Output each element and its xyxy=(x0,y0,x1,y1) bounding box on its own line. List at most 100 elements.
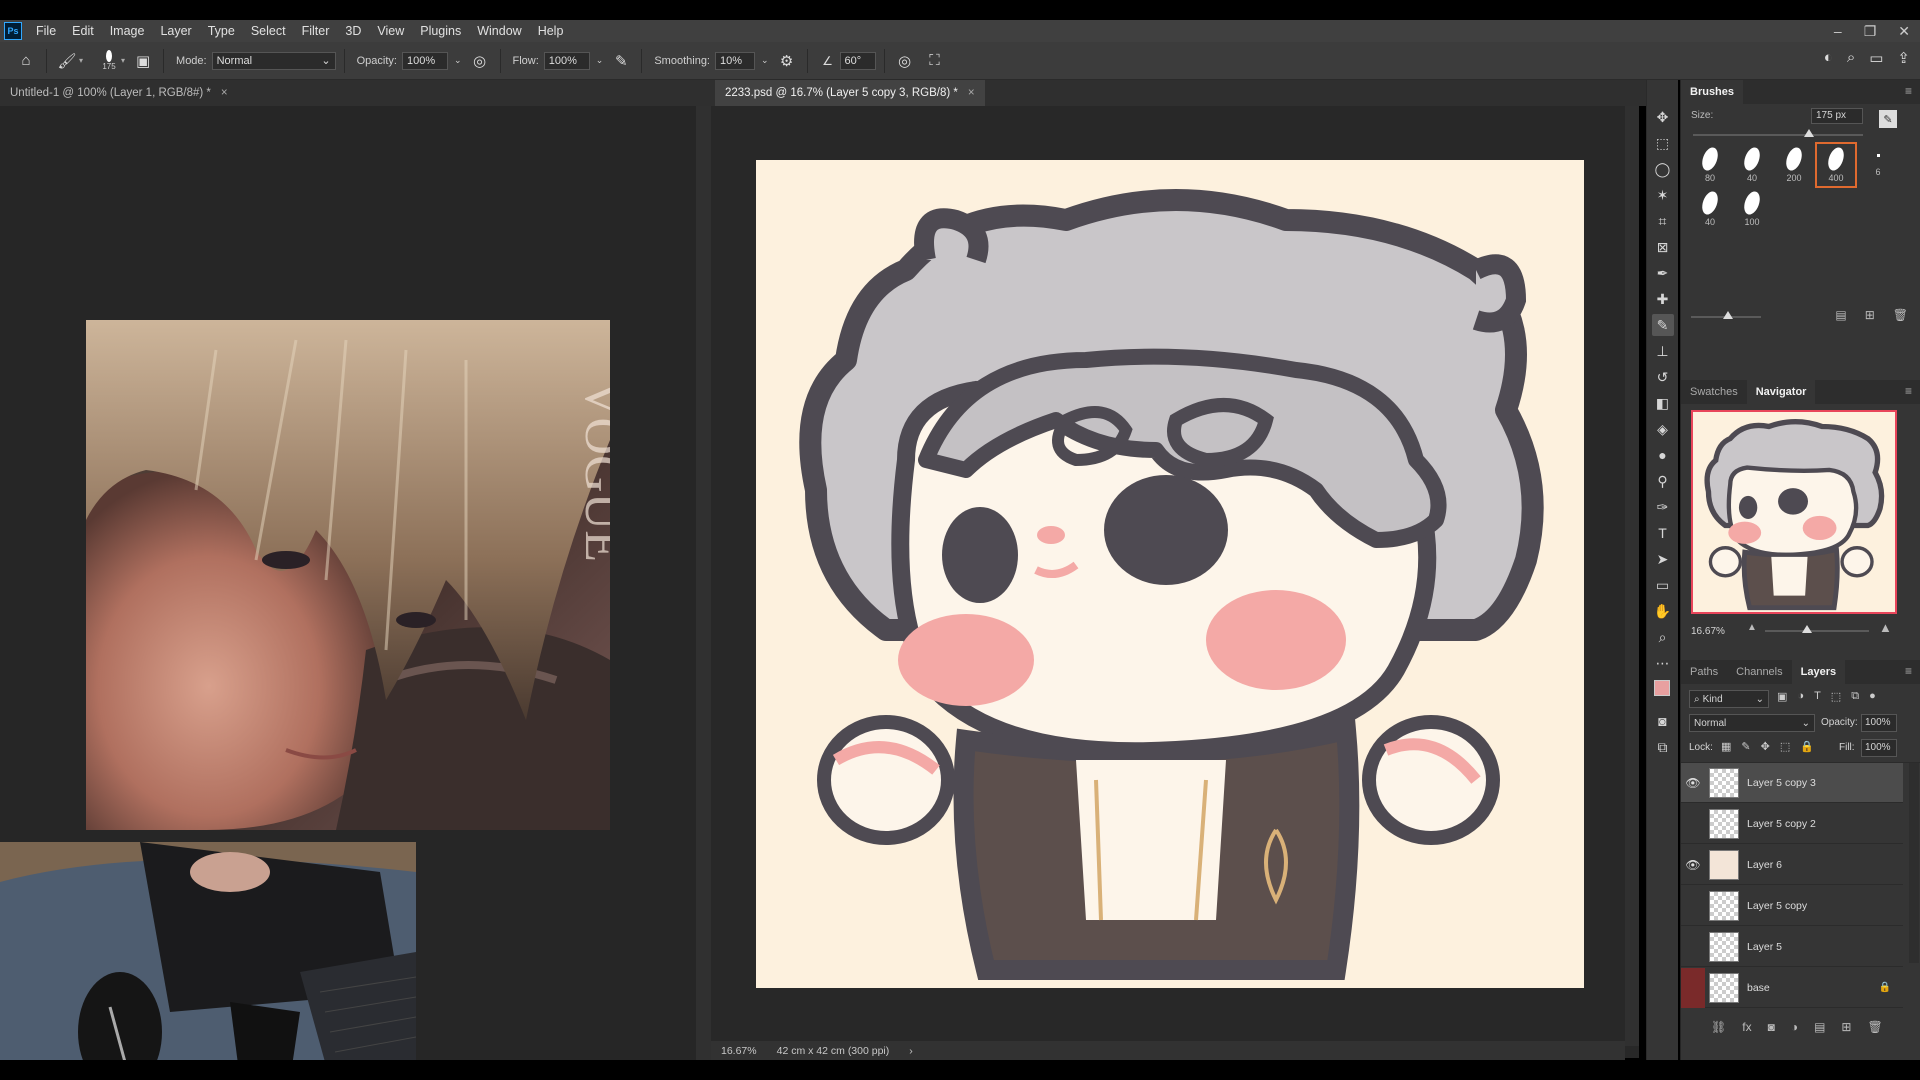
slider-thumb[interactable] xyxy=(1801,625,1812,633)
layer-name[interactable]: Layer 6 xyxy=(1747,859,1782,871)
layer-row[interactable]: 👁 Layer 5 copy 3 xyxy=(1681,763,1903,803)
new-brush-icon[interactable]: ⊞ xyxy=(1865,308,1875,322)
pressure-size-icon[interactable]: ◎ xyxy=(893,49,917,73)
menu-image[interactable]: Image xyxy=(102,24,153,38)
panel-menu-icon[interactable]: ≡ xyxy=(1905,84,1912,98)
right-scrollbar[interactable] xyxy=(1625,106,1639,1046)
navigator-zoom-slider[interactable] xyxy=(1765,625,1869,633)
layer-name[interactable]: Layer 5 copy xyxy=(1747,900,1807,912)
share-icon[interactable]: ⇪ xyxy=(1897,49,1910,67)
brush-tool-icon[interactable]: ✎ xyxy=(1651,314,1674,336)
home-icon[interactable]: ⌂ xyxy=(14,49,38,73)
new-group-icon[interactable]: ▤ xyxy=(1835,308,1846,322)
menu-select[interactable]: Select xyxy=(243,24,294,38)
marquee-tool-icon[interactable]: ⬚ xyxy=(1652,132,1674,154)
blend-mode-select[interactable]: Normal ⌄ xyxy=(1689,714,1815,732)
layer-name[interactable]: Layer 5 copy 3 xyxy=(1747,777,1816,789)
menu-layer[interactable]: Layer xyxy=(152,24,199,38)
brush-tool-icon[interactable]: 🖌 xyxy=(55,49,79,73)
preset-dropdown-arrow-icon[interactable]: ▾ xyxy=(79,56,83,65)
zoom-in-icon[interactable]: ▲ xyxy=(1879,620,1892,635)
close-tab-icon[interactable]: × xyxy=(221,87,228,99)
hand-tool-icon[interactable]: ✋ xyxy=(1652,600,1674,622)
paint-bucket-tool-icon[interactable]: ◈ xyxy=(1652,418,1674,440)
type-tool-icon[interactable]: T xyxy=(1652,522,1674,544)
magic-wand-tool-icon[interactable]: ✶ xyxy=(1652,184,1674,206)
preview-size-slider[interactable] xyxy=(1691,311,1761,319)
brush-preset[interactable]: 6 xyxy=(1859,144,1897,186)
navigator-zoom[interactable]: 16.67% xyxy=(1691,626,1725,637)
layer-row[interactable]: base 🔒 xyxy=(1681,967,1903,1008)
healing-brush-tool-icon[interactable]: ✚ xyxy=(1652,288,1674,310)
clone-stamp-tool-icon[interactable]: ⊥ xyxy=(1652,340,1674,362)
close-tab-icon[interactable]: × xyxy=(968,87,975,99)
chevron-down-icon[interactable]: ▾ xyxy=(121,56,125,65)
brush-preset[interactable]: 40 xyxy=(1733,144,1771,186)
angle-input[interactable]: 60° xyxy=(839,51,876,70)
close-window-button[interactable]: ✕ xyxy=(1898,23,1910,40)
shape-filter-icon[interactable]: ⬚ xyxy=(1831,690,1841,703)
new-layer-icon[interactable]: ⊞ xyxy=(1841,1020,1851,1034)
brush-preset[interactable]: 200 xyxy=(1775,144,1813,186)
menu-type[interactable]: Type xyxy=(200,24,243,38)
drawing-canvas[interactable] xyxy=(756,160,1584,988)
menu-filter[interactable]: Filter xyxy=(294,24,338,38)
gear-icon[interactable]: ⚙ xyxy=(775,49,799,73)
layer-row[interactable]: Layer 5 xyxy=(1681,927,1903,967)
link-layers-icon[interactable]: ⛓ xyxy=(1711,1020,1726,1034)
layer-name[interactable]: Layer 5 xyxy=(1747,941,1782,953)
color-swatches[interactable] xyxy=(1652,678,1676,706)
dodge-tool-icon[interactable]: ⚲ xyxy=(1652,470,1674,492)
workspace-icon[interactable]: ▭ xyxy=(1869,49,1883,67)
blur-tool-icon[interactable]: ● xyxy=(1652,444,1674,466)
flow-input[interactable]: 100% xyxy=(543,51,590,70)
search-icon[interactable]: ⌕ xyxy=(1847,49,1855,67)
menu-view[interactable]: View xyxy=(369,24,412,38)
crop-tool-icon[interactable]: ⌗ xyxy=(1652,210,1674,232)
navigator-preview[interactable] xyxy=(1691,410,1897,614)
pen-tool-icon[interactable]: ✑ xyxy=(1652,496,1674,518)
filter-toggle-icon[interactable]: ● xyxy=(1869,690,1876,703)
panel-menu-icon[interactable]: ≡ xyxy=(1905,664,1912,678)
move-tool-icon[interactable]: ✥ xyxy=(1652,106,1674,128)
visibility-toggle[interactable] xyxy=(1681,900,1705,912)
chevron-down-icon[interactable]: ⌄ xyxy=(454,55,462,66)
smoothing-input[interactable]: 10% xyxy=(715,51,755,70)
visibility-toggle[interactable] xyxy=(1681,967,1705,1008)
lock-all-icon[interactable]: 🔒 xyxy=(1800,740,1814,753)
lock-position-icon[interactable]: ✥ xyxy=(1761,740,1770,753)
layer-filter-select[interactable]: ⌕ Kind ⌄ xyxy=(1689,690,1769,708)
zoom-tool-icon[interactable]: ⌕ xyxy=(1652,626,1674,648)
type-filter-icon[interactable]: T xyxy=(1814,690,1821,703)
delete-layer-icon[interactable]: 🗑 xyxy=(1867,1020,1882,1034)
tab-2233-psd[interactable]: 2233.psd @ 16.7% (Layer 5 copy 3, RGB/8)… xyxy=(715,80,985,106)
lock-transparent-icon[interactable]: ▦ xyxy=(1721,740,1731,753)
chevron-down-icon[interactable]: ⌄ xyxy=(761,55,769,66)
visibility-toggle[interactable] xyxy=(1681,941,1705,953)
left-scrollbar[interactable] xyxy=(696,106,711,1060)
adjustment-filter-icon[interactable]: ◑ xyxy=(1797,690,1804,703)
opacity-input[interactable]: 100% xyxy=(401,51,448,70)
restore-button[interactable]: ❐ xyxy=(1864,23,1877,40)
more-tools-icon[interactable]: ⋯ xyxy=(1652,652,1674,674)
visibility-eye-icon[interactable]: 👁 xyxy=(1681,858,1705,872)
tab-layers[interactable]: Layers xyxy=(1791,660,1846,684)
layer-name[interactable]: base xyxy=(1747,982,1770,994)
fx-icon[interactable]: fx xyxy=(1742,1020,1751,1034)
status-arrow-icon[interactable]: › xyxy=(909,1045,913,1057)
layers-scrollbar[interactable] xyxy=(1909,763,1919,963)
size-slider-thumb[interactable] xyxy=(1803,129,1814,137)
layer-opacity-input[interactable]: 100% xyxy=(1861,714,1897,732)
brush-preset-picker[interactable]: 175 xyxy=(97,50,121,71)
quick-mask-icon[interactable]: ◙ xyxy=(1652,710,1674,732)
menu-help[interactable]: Help xyxy=(530,24,572,38)
foreground-color-swatch[interactable] xyxy=(1653,680,1670,696)
menu-edit[interactable]: Edit xyxy=(64,24,102,38)
cloud-docs-icon[interactable]: ◐ xyxy=(1824,49,1833,67)
eraser-tool-icon[interactable]: ◧ xyxy=(1652,392,1674,414)
screen-mode-icon[interactable]: ⧉ xyxy=(1652,736,1674,758)
layer-mask-icon[interactable]: ◙ xyxy=(1768,1020,1775,1034)
visibility-eye-icon[interactable]: 👁 xyxy=(1681,776,1705,790)
history-brush-tool-icon[interactable]: ↺ xyxy=(1652,366,1674,388)
layer-row[interactable]: Layer 5 copy xyxy=(1681,886,1903,926)
